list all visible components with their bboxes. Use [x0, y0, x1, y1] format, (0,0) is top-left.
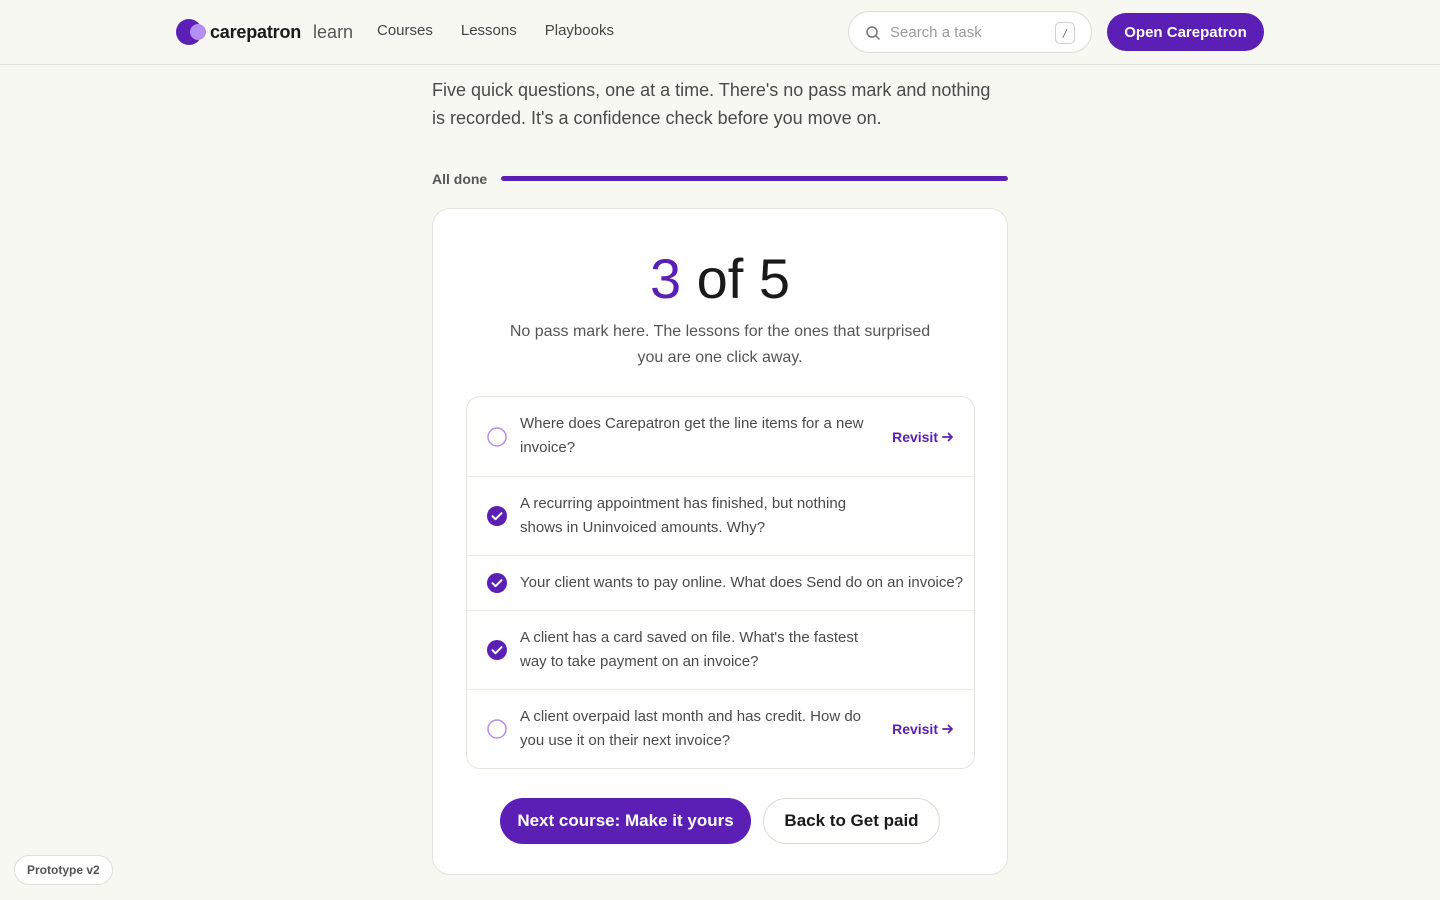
prototype-badge: Prototype v2 — [14, 855, 113, 885]
question-text: Where does Carepatron get the line items… — [520, 415, 864, 456]
score-correct: 3 — [649, 247, 682, 310]
question-text: A recurring appointment has finished, bu… — [520, 495, 847, 536]
search-shortcut-key: / — [1055, 22, 1075, 44]
empty-circle-icon — [487, 719, 507, 739]
revisit-link-5[interactable]: Revisit — [892, 719, 954, 739]
search-icon — [866, 26, 880, 40]
question-row-1: Where does Carepatron get the line items… — [467, 397, 974, 476]
progress-fill — [501, 176, 1008, 181]
nav-lessons[interactable]: Lessons — [461, 22, 517, 39]
back-button[interactable]: Back to Get paid — [763, 798, 940, 844]
brand-subtitle: learn — [313, 21, 354, 42]
question-row-4: A client has a card saved on file. What'… — [467, 610, 974, 689]
search-placeholder: Search a task — [890, 24, 982, 41]
question-row-3: Your client wants to pay online. What do… — [467, 555, 974, 610]
progress-bar — [501, 176, 1008, 181]
question-list: Where does Carepatron get the line items… — [466, 396, 975, 769]
main-nav: Courses Lessons Playbooks — [377, 22, 614, 39]
search-input[interactable]: Search a task / — [848, 11, 1092, 53]
question-row-5: A client overpaid last month and has cre… — [467, 689, 974, 768]
question-text: Your client wants to pay online. What do… — [520, 574, 964, 591]
results-card: 3 of 5 No pass mark here. The lessons fo… — [432, 208, 1008, 875]
empty-circle-icon — [487, 426, 507, 447]
arrow-right-icon — [942, 724, 953, 734]
revisit-label: Revisit — [892, 721, 938, 737]
question-text: A client has a card saved on file. What'… — [520, 629, 859, 670]
check-circle-icon — [487, 640, 507, 660]
arrow-right-icon — [942, 432, 953, 441]
question-row-2: A recurring appointment has finished, bu… — [467, 476, 974, 555]
revisit-link-1[interactable]: Revisit — [892, 427, 954, 447]
top-header: carepatron learn Courses Lessons Playboo… — [0, 0, 1440, 65]
open-carepatron-button[interactable]: Open Carepatron — [1107, 13, 1264, 51]
next-course-button[interactable]: Next course: Make it yours — [500, 798, 751, 844]
revisit-label: Revisit — [892, 428, 938, 445]
nav-courses[interactable]: Courses — [377, 22, 433, 39]
score-note: No pass mark here. The lessons for the o… — [509, 323, 931, 366]
score-total: of 5 — [681, 247, 791, 310]
question-text: A client overpaid last month and has cre… — [520, 708, 862, 749]
check-circle-icon — [487, 506, 507, 526]
logo[interactable]: carepatron learn — [176, 19, 353, 45]
nav-playbooks[interactable]: Playbooks — [545, 22, 614, 39]
check-circle-icon — [487, 573, 507, 593]
brand-name: carepatron — [210, 21, 302, 42]
intro-text: Five quick questions, one at a time. The… — [432, 80, 991, 128]
progress-label: All done — [432, 171, 488, 187]
score: 3 of 5 — [433, 249, 1007, 309]
carepatron-logo-icon — [176, 19, 206, 45]
